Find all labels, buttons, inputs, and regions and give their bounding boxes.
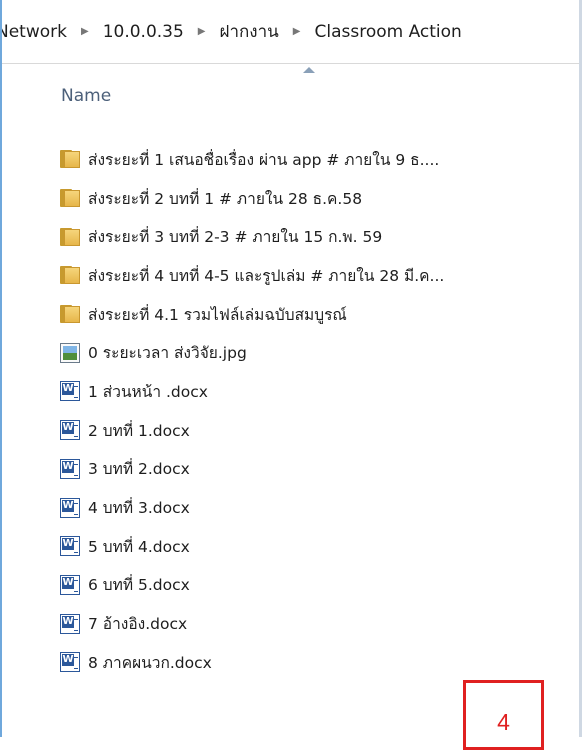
file-name: ส่งระยะที่ 3 บทที่ 2-3 # ภายใน 15 ก.พ. 5… [88,228,383,247]
file-name: 5 บทที่ 4.docx [88,537,190,556]
breadcrumb-server[interactable]: 10.0.0.35 [103,20,184,44]
word-document-icon: W [60,497,80,518]
file-row[interactable]: W 2 บทที่ 1.docx [60,411,444,450]
file-row[interactable]: ส่งระยะที่ 1 เสนอชื่อเรื่อง ผ่าน app # ภ… [60,140,444,179]
file-row[interactable]: W 6 บทที่ 5.docx [60,566,444,605]
file-row[interactable]: W 1 ส่วนหน้า .docx [60,372,444,411]
file-name: 4 บทที่ 3.docx [88,499,190,518]
chevron-right-icon[interactable]: ▶ [198,26,206,37]
breadcrumb-folder-classroom[interactable]: Classroom Action [314,20,461,44]
folder-icon [60,227,80,247]
file-name: ส่งระยะที่ 2 บทที่ 1 # ภายใน 28 ธ.ค.58 [88,189,363,208]
file-row[interactable]: ส่งระยะที่ 3 บทที่ 2-3 # ภายใน 15 ก.พ. 5… [60,217,444,256]
chevron-right-icon[interactable]: ▶ [81,26,89,37]
file-name: 8 ภาคผนวก.docx [88,653,212,672]
folder-icon [60,265,80,285]
file-row[interactable]: ส่งระยะที่ 4 บทที่ 4-5 และรูปเล่ม # ภายใ… [60,256,444,295]
file-list: ส่งระยะที่ 1 เสนอชื่อเรื่อง ผ่าน app # ภ… [60,140,444,682]
folder-icon [60,149,80,169]
folder-icon [60,304,80,324]
file-name: 1 ส่วนหน้า .docx [88,382,208,401]
file-name: 0 ระยะเวลา ส่งวิจัย.jpg [88,344,247,363]
folder-icon [60,188,80,208]
word-document-icon: W [60,536,80,557]
file-name: ส่งระยะที่ 4.1 รวมไฟล์เล่มฉบับสมบูรณ์ [88,305,347,324]
annotation-label: 4 [463,680,544,750]
word-document-icon: W [60,574,80,595]
file-name: 3 บทที่ 2.docx [88,460,190,479]
file-row[interactable]: W 7 อ้างอิง.docx [60,604,444,643]
file-name: 6 บทที่ 5.docx [88,576,190,595]
window-frame-left [0,0,2,737]
address-bar[interactable]: Network ▶ 10.0.0.35 ▶ ฝากงาน ▶ Classroom… [2,0,579,64]
file-name: 2 บทที่ 1.docx [88,421,190,440]
word-document-icon: W [60,458,80,479]
word-document-icon: W [60,652,80,673]
file-row[interactable]: 0 ระยะเวลา ส่งวิจัย.jpg [60,333,444,372]
column-header-name[interactable]: Name [61,86,111,106]
file-name: 7 อ้างอิง.docx [88,615,188,634]
file-row[interactable]: W 5 บทที่ 4.docx [60,527,444,566]
annotation-number: 4 [497,708,510,735]
file-row[interactable]: ส่งระยะที่ 2 บทที่ 1 # ภายใน 28 ธ.ค.58 [60,179,444,218]
word-document-icon: W [60,420,80,441]
file-row[interactable]: W 4 บทที่ 3.docx [60,488,444,527]
word-document-icon: W [60,613,80,634]
chevron-right-icon[interactable]: ▶ [293,26,301,37]
file-row[interactable]: W 8 ภาคผนวก.docx [60,643,444,682]
file-row[interactable]: W 3 บทที่ 2.docx [60,450,444,489]
file-name: ส่งระยะที่ 1 เสนอชื่อเรื่อง ผ่าน app # ภ… [88,150,440,169]
breadcrumb-folder-shared[interactable]: ฝากงาน [220,16,279,47]
sort-ascending-icon [303,67,315,73]
image-file-icon [60,342,80,363]
file-row[interactable]: ส่งระยะที่ 4.1 รวมไฟล์เล่มฉบับสมบูรณ์ [60,295,444,334]
file-name: ส่งระยะที่ 4 บทที่ 4-5 และรูปเล่ม # ภายใ… [88,266,445,285]
breadcrumb-network[interactable]: Network [2,20,67,44]
word-document-icon: W [60,381,80,402]
